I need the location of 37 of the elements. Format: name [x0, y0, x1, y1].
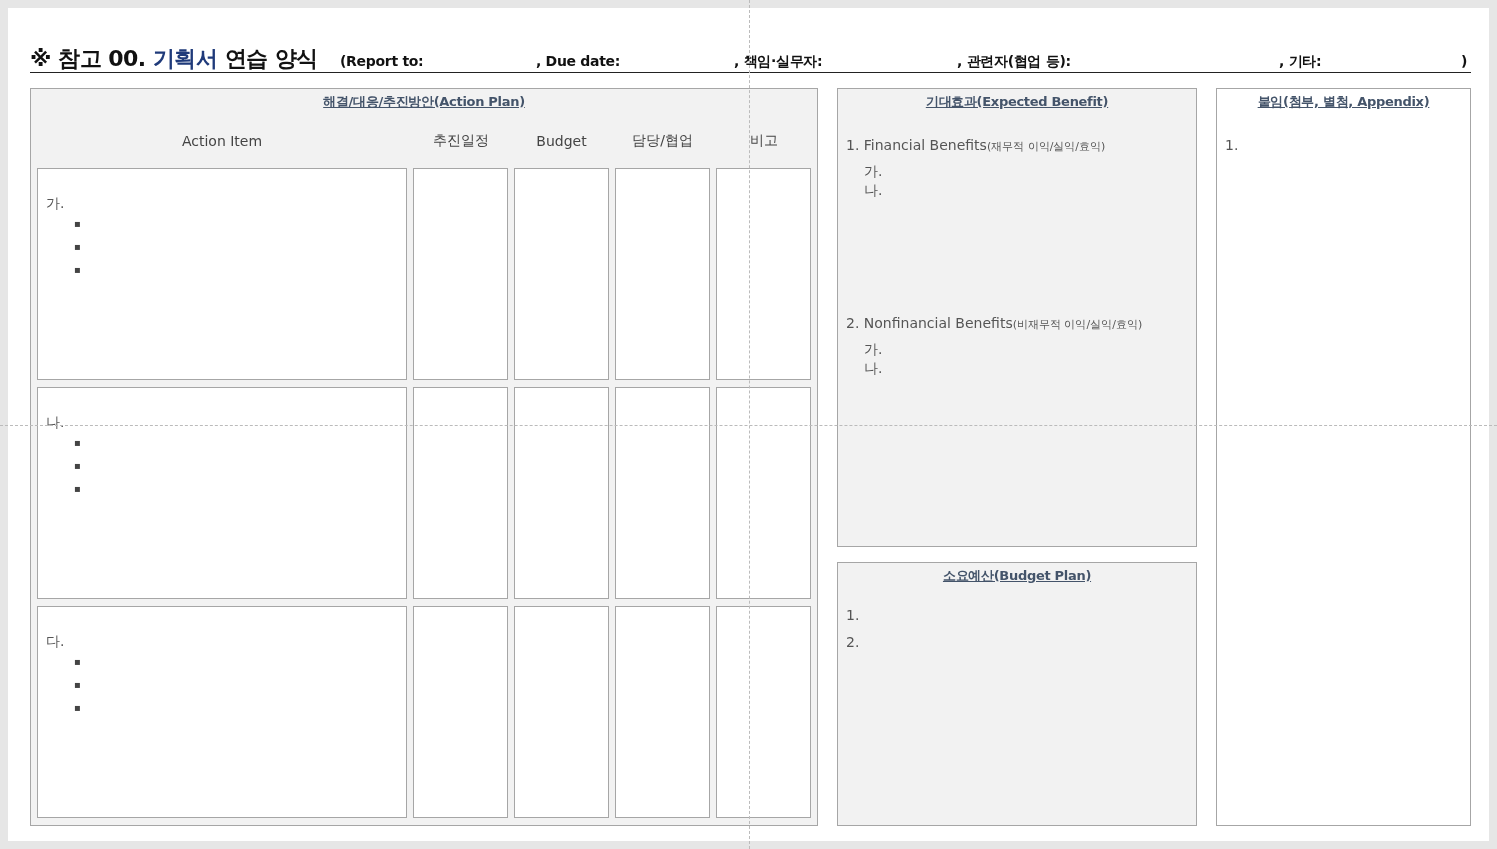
panel-heading: 붙임(첨부, 별첨, Appendix) — [1256, 93, 1431, 111]
field-label: , 기타: — [1279, 53, 1322, 69]
list-item: 가. — [864, 340, 884, 359]
field-label: (Report to: — [340, 53, 424, 69]
bullet-mark: ▪ — [74, 459, 82, 473]
list-item: 가. — [864, 162, 884, 181]
section-title: 2. Nonfinancial Benefits(비재무적 이익/실익/효익) — [846, 315, 1144, 332]
bullet-mark: ▪ — [74, 240, 82, 254]
bullet-mark: ▪ — [74, 436, 82, 450]
field-label: , Due date: — [536, 53, 621, 69]
bullet-mark: ▪ — [74, 701, 82, 715]
field-label: , 책임·실무자: — [734, 53, 823, 69]
list-item: 1. — [1225, 137, 1240, 153]
list-item: 나. — [864, 181, 884, 200]
column-header: 담당/협업 — [631, 132, 694, 150]
bullet-mark: ▪ — [74, 482, 82, 496]
column-header: Budget — [535, 133, 588, 149]
bullet-mark: ▪ — [74, 655, 82, 669]
bullet-mark: ▪ — [74, 678, 82, 692]
row-label: 다. — [46, 633, 66, 651]
row-label: 가. — [46, 195, 66, 213]
column-header: Action Item — [180, 133, 264, 149]
column-header: 추진일정 — [431, 132, 490, 150]
panel-heading: 소요예산(Budget Plan) — [941, 567, 1093, 585]
slide-title: ※ 참고 00. 기획서 연습 양식 — [30, 46, 319, 72]
section-title: 1. Financial Benefits(재무적 이익/실익/효익) — [846, 137, 1107, 154]
field-label: , 관련자(협업 등): — [957, 53, 1071, 69]
bullet-mark: ▪ — [74, 263, 82, 277]
list-item: 2. — [846, 634, 861, 652]
list-item: 1. — [846, 607, 861, 625]
field-label: ) — [1461, 53, 1468, 69]
bullet-mark: ▪ — [74, 217, 82, 231]
panel-heading: 해결/대응/추진방안(Action Plan) — [322, 93, 526, 111]
list-item: 나. — [864, 359, 884, 378]
row-label: 나. — [46, 414, 66, 432]
column-header: 비고 — [748, 132, 779, 150]
panel-heading: 기대효과(Expected Benefit) — [924, 93, 1110, 111]
